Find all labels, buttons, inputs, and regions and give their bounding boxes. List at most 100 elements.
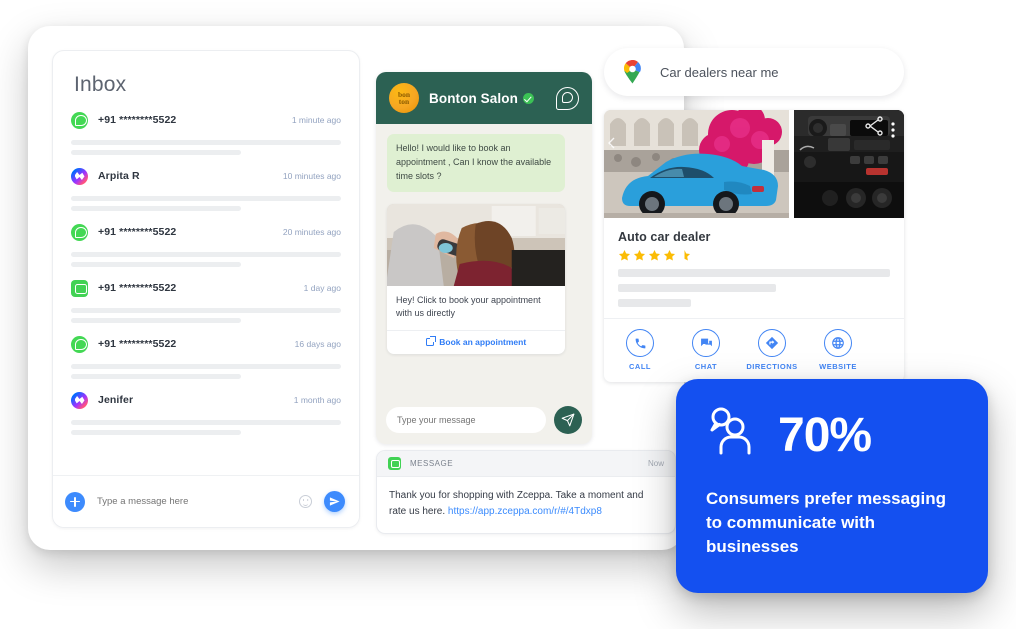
message-preview-placeholder [71,150,242,155]
conversation-timestamp: 1 month ago [293,395,341,405]
messenger-icon [71,391,88,409]
search-input-value[interactable]: Car dealers near me [660,65,779,80]
business-info: Auto car dealer [604,218,904,318]
salon-photo [387,203,566,286]
whatsapp-chat-panel: bon ton Bonton Salon Hello! I would like… [376,72,592,444]
conversation-name: +91 ********5522 [98,226,177,238]
conversation-timestamp: 10 minutes ago [282,171,341,181]
directions-button[interactable]: DIRECTIONS [746,329,798,371]
list-item[interactable]: +91 ********5522 20 minutes ago [71,221,341,267]
sms-icon [71,279,88,297]
page-title: Inbox [74,73,127,96]
directions-glyph [765,336,779,350]
business-actions: CALL CHAT DIRECTIONS WEBSITE [604,318,904,382]
logo-line-2: ton [398,97,410,106]
stat-card: 70% Consumers prefer messaging to commun… [676,379,988,593]
send-button[interactable] [324,491,345,512]
chat-glyph [700,338,712,346]
star-icon [663,249,676,261]
conversation-list: +91 ********5522 1 minute ago Arpita R 1… [53,97,359,435]
pin-glyph [623,60,641,84]
salon-photo-graphic [387,203,566,286]
directions-icon [758,329,786,357]
person-with-message-icon [706,405,762,466]
sms-body: Thank you for shopping with Zceppa. Take… [377,477,675,533]
car-interior-graphic [794,110,904,218]
list-item[interactable]: +91 ********5522 1 day ago [71,277,341,323]
business-detail-placeholder [618,269,890,277]
list-item[interactable]: Arpita R 10 minutes ago [71,165,341,211]
business-photos [604,110,904,218]
star-half-icon [684,249,691,261]
messenger-icon [71,167,88,185]
conversation-name: Arpita R [98,170,140,182]
book-appointment-button[interactable]: Book an appointment [387,329,566,354]
business-detail-placeholder [618,299,692,307]
rating-stars [618,249,890,262]
sms-review-link[interactable]: https://app.zceppa.com/r/#/4Tdxp8 [448,506,602,517]
whatsapp-icon [556,86,579,110]
call-button[interactable]: CALL [616,329,664,371]
website-button[interactable]: WEBSITE [814,329,862,371]
whatsapp-icon [71,335,88,353]
chat-header: bon ton Bonton Salon [376,72,592,124]
car-interior-photo[interactable] [794,110,904,218]
chat-send-button[interactable] [554,406,582,434]
emoji-icon[interactable] [299,495,312,508]
website-label: WEBSITE [819,362,857,371]
card-description: Hey! Click to book your appointment with… [396,294,541,319]
call-label: CALL [629,362,651,371]
conversation-timestamp: 1 day ago [303,283,341,293]
chat-button[interactable]: CHAT [682,329,730,371]
rich-message-card[interactable]: Hey! Click to book your appointment with… [387,203,566,354]
car-exterior-photo[interactable] [604,110,789,218]
conversation-name: +91 ********5522 [98,114,177,126]
directions-label: DIRECTIONS [746,362,798,371]
star-icon [618,249,631,261]
whatsapp-icon [71,111,88,129]
message-input[interactable] [97,496,299,507]
car-exterior-graphic [604,110,789,218]
message-preview-placeholder [71,262,242,267]
message-preview-placeholder [71,308,341,313]
business-name: Auto car dealer [618,230,711,244]
external-link-icon [426,336,436,346]
plus-icon[interactable] [65,491,85,512]
globe-glyph [832,337,844,349]
messages-app-icon [388,457,401,470]
chat-message-input[interactable] [386,407,546,433]
list-item[interactable]: +91 ********5522 1 minute ago [71,109,341,155]
whatsapp-icon [71,223,88,241]
stat-caption: Consumers prefer messaging to communicat… [706,489,946,557]
chat-messages: Hello! I would like to book an appointme… [376,124,592,354]
message-preview-placeholder [71,364,341,369]
list-item[interactable]: +91 ********5522 16 days ago [71,333,341,379]
verified-badge-icon [522,92,534,104]
chat-label: CHAT [694,362,718,371]
person-message-glyph [710,407,751,455]
chat-contact-name: Bonton Salon [429,90,518,106]
avatar: bon ton [389,83,419,113]
list-item[interactable]: Jenifer 1 month ago [71,389,341,435]
stat-card-header: 70% [706,405,958,466]
message-preview-placeholder [71,206,242,211]
inbox-panel: Inbox +91 ********5522 1 minute ago Arpi… [52,50,360,528]
conversation-timestamp: 16 days ago [294,339,341,349]
business-profile-card: Auto car dealer CALL CHAT DIRECTIONS WEB… [604,110,904,382]
message-preview-placeholder [71,420,341,425]
conversation-name: +91 ********5522 [98,282,177,294]
globe-icon [824,329,852,357]
stat-percentage: 70% [778,408,872,462]
conversation-name: Jenifer [98,394,134,406]
conversation-timestamp: 20 minutes ago [282,227,341,237]
star-icon [648,249,661,261]
inbox-composer [53,475,359,527]
star-icon [633,249,646,261]
conversation-timestamp: 1 minute ago [291,115,341,125]
message-preview-placeholder [71,430,242,435]
sms-app-label: MESSAGE [410,459,454,468]
send-icon [561,413,575,427]
message-preview-placeholder [71,374,242,379]
maps-search-bar[interactable]: Car dealers near me [604,48,904,96]
phone-glyph [635,338,645,348]
